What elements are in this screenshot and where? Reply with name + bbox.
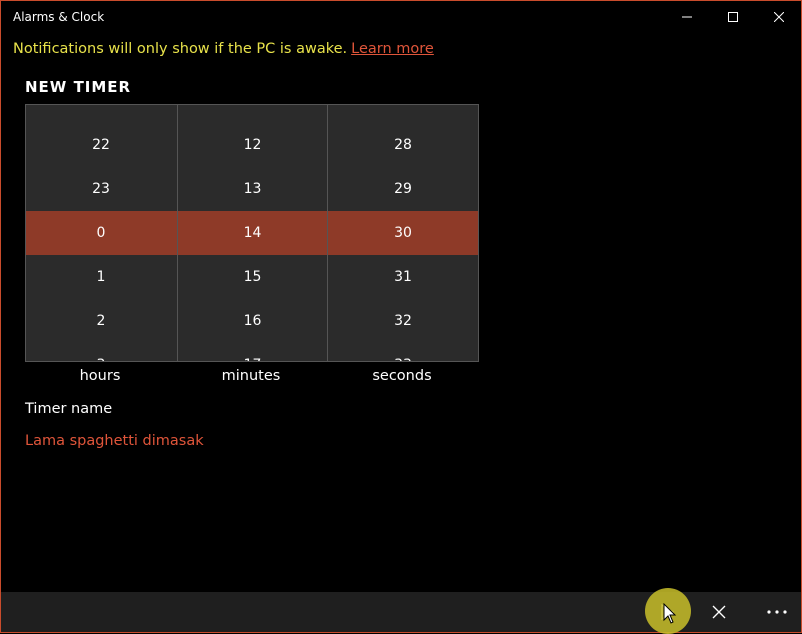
hours-item-selected[interactable]: 0 bbox=[26, 211, 176, 255]
minutes-item[interactable]: 15 bbox=[178, 255, 327, 299]
close-icon bbox=[712, 605, 726, 619]
minutes-item-selected[interactable]: 14 bbox=[178, 211, 327, 255]
time-picker: 22 23 0 1 2 3 12 13 14 15 16 17 28 29 30… bbox=[25, 104, 479, 362]
minutes-column[interactable]: 12 13 14 15 16 17 bbox=[177, 105, 327, 361]
cancel-button[interactable] bbox=[695, 592, 743, 632]
minutes-label: minutes bbox=[221, 368, 281, 384]
hours-item[interactable]: 2 bbox=[26, 299, 176, 343]
app-window: Alarms & Clock Notifications will only s… bbox=[0, 0, 802, 633]
notice-text: Notifications will only show if the PC i… bbox=[13, 41, 348, 57]
maximize-icon bbox=[728, 12, 738, 22]
minutes-item[interactable]: 17 bbox=[178, 343, 327, 361]
hours-item[interactable]: 23 bbox=[26, 167, 176, 211]
seconds-item[interactable]: 31 bbox=[328, 255, 478, 299]
page-title: NEW TIMER bbox=[25, 78, 132, 96]
learn-more-link[interactable]: Learn more bbox=[351, 41, 434, 57]
hours-column[interactable]: 22 23 0 1 2 3 bbox=[26, 105, 176, 361]
minimize-icon bbox=[682, 16, 692, 18]
minutes-item[interactable]: 13 bbox=[178, 167, 327, 211]
hours-item[interactable]: 1 bbox=[26, 255, 176, 299]
mouse-cursor-icon bbox=[663, 603, 677, 624]
minutes-item[interactable]: 16 bbox=[178, 299, 327, 343]
title-bar[interactable]: Alarms & Clock bbox=[1, 1, 801, 33]
hours-label: hours bbox=[79, 368, 121, 384]
close-button[interactable] bbox=[756, 1, 801, 33]
seconds-item[interactable]: 33 bbox=[328, 343, 478, 361]
minutes-item[interactable]: 12 bbox=[178, 123, 327, 167]
seconds-item-selected[interactable]: 30 bbox=[328, 211, 478, 255]
awake-notice: Notifications will only show if the PC i… bbox=[13, 41, 434, 57]
app-title: Alarms & Clock bbox=[13, 10, 105, 24]
seconds-item[interactable]: 28 bbox=[328, 123, 478, 167]
timer-name-input[interactable]: Lama spaghetti dimasak bbox=[25, 433, 204, 449]
more-button[interactable] bbox=[753, 592, 801, 632]
seconds-label: seconds bbox=[372, 368, 432, 384]
hours-item[interactable]: 3 bbox=[26, 343, 176, 361]
close-icon bbox=[774, 12, 784, 22]
timer-name-label: Timer name bbox=[25, 401, 113, 417]
seconds-item[interactable]: 32 bbox=[328, 299, 478, 343]
more-icon bbox=[767, 610, 787, 614]
seconds-column[interactable]: 28 29 30 31 32 33 bbox=[327, 105, 478, 361]
minimize-button[interactable] bbox=[664, 1, 710, 33]
seconds-item[interactable]: 29 bbox=[328, 167, 478, 211]
hours-item[interactable]: 22 bbox=[26, 123, 176, 167]
maximize-button[interactable] bbox=[710, 1, 756, 33]
